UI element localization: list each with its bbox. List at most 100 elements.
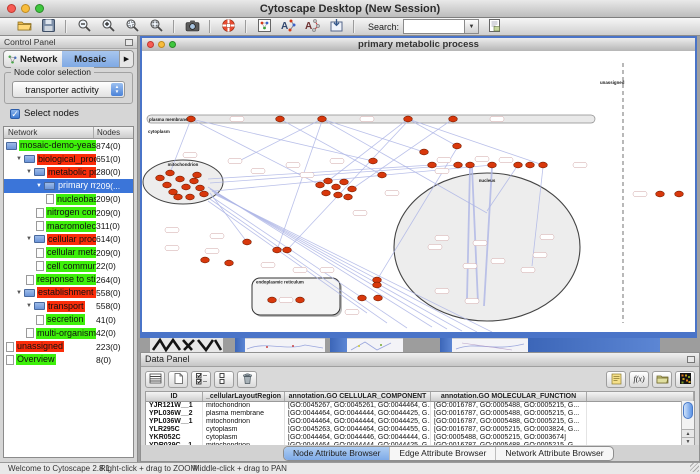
tree-row[interactable]: nucleobase-209(0)	[4, 193, 133, 206]
tree-row[interactable]: secretion41(0)	[4, 313, 133, 326]
expander-icon[interactable]: ▼	[26, 169, 34, 175]
zoom-fit-button[interactable]	[145, 18, 167, 35]
graph-node[interactable]	[378, 172, 387, 178]
delete-button[interactable]	[237, 371, 257, 388]
search-input[interactable]	[404, 20, 464, 33]
graph-node[interactable]	[358, 295, 367, 301]
tab-node-attribute-browser[interactable]: Node Attribute Browser	[284, 447, 389, 460]
tree-row[interactable]: ▼establishment of lo558(0)	[4, 286, 133, 299]
resize-grip[interactable]	[690, 463, 699, 472]
graph-node[interactable]	[332, 184, 341, 190]
graph-node[interactable]	[196, 185, 205, 191]
graph-node[interactable]	[514, 162, 523, 168]
column-header[interactable]: annotation.GO CELLULAR_COMPONENT	[285, 392, 431, 401]
tree-row[interactable]: Overview8(0)	[4, 353, 133, 366]
table-scrollbar[interactable]: ▲ ▼	[681, 401, 694, 447]
graph-node[interactable]	[322, 190, 331, 196]
save-button[interactable]	[37, 18, 59, 35]
background-window[interactable]	[245, 338, 325, 352]
graph-node[interactable]	[225, 260, 234, 266]
graph-node[interactable]	[428, 162, 437, 168]
tree-row[interactable]: cell communicat22(0)	[4, 260, 133, 273]
table-row[interactable]: YJR121W__1mitochondrion[GO:0045267, GO:0…	[146, 402, 694, 410]
notepad-button[interactable]	[606, 371, 626, 388]
tree-row[interactable]: macromolecule311(0)	[4, 219, 133, 232]
tree-row[interactable]: nitrogen compo209(0)	[4, 206, 133, 219]
help-button[interactable]	[217, 18, 239, 35]
table-button[interactable]	[145, 371, 165, 388]
background-window[interactable]	[440, 338, 452, 352]
graph-node[interactable]	[276, 116, 285, 122]
node-attribute-button[interactable]: A	[277, 18, 299, 35]
graph-node[interactable]	[174, 194, 183, 200]
graph-node[interactable]	[201, 257, 210, 263]
graph-node[interactable]	[166, 170, 175, 176]
open-folder-button[interactable]	[652, 371, 672, 388]
select-all-button[interactable]	[191, 371, 211, 388]
graph-node[interactable]	[373, 282, 382, 288]
column-header[interactable]: annotation.GO MOLECULAR_FUNCTION	[431, 392, 587, 401]
background-window[interactable]	[452, 338, 528, 352]
graph-node[interactable]	[348, 186, 357, 192]
graph-node[interactable]	[453, 143, 462, 149]
background-window[interactable]	[150, 338, 223, 352]
zoom-out-button[interactable]	[73, 18, 95, 35]
graph-node[interactable]	[163, 182, 172, 188]
graph-node[interactable]	[200, 191, 209, 197]
tree-row[interactable]: unassigned223(0)	[4, 340, 133, 353]
open-file-button[interactable]	[13, 18, 35, 35]
graph-node[interactable]	[273, 247, 282, 253]
expander-icon[interactable]: ▼	[26, 303, 34, 309]
tree-row[interactable]: response to stimulu264(0)	[4, 273, 133, 286]
tree-row[interactable]: ▼cellular process614(0)	[4, 233, 133, 246]
column-header[interactable]: _cellularLayoutRegion	[203, 392, 285, 401]
zoom-in-button[interactable]	[97, 18, 119, 35]
graph-node[interactable]	[344, 194, 353, 200]
graph-node[interactable]	[675, 191, 684, 197]
graph-node[interactable]	[340, 179, 349, 185]
graph-node[interactable]	[283, 247, 292, 253]
network-canvas[interactable]: plasma membranecytoplasmmitochondrionnuc…	[142, 51, 695, 332]
graph-node[interactable]	[182, 184, 191, 190]
graph-node[interactable]	[449, 116, 458, 122]
scrollbar-thumb[interactable]	[683, 402, 693, 419]
graph-node[interactable]	[186, 194, 195, 200]
graph-node[interactable]	[296, 297, 305, 303]
matrix-button[interactable]	[675, 371, 695, 388]
tab-network[interactable]: Network	[4, 51, 62, 67]
tab-edge-attribute-browser[interactable]: Edge Attribute Browser	[389, 447, 495, 460]
search-combobox[interactable]: ▼	[403, 19, 479, 34]
chevron-down-icon[interactable]: ▼	[464, 20, 478, 33]
graph-node[interactable]	[539, 162, 548, 168]
background-window[interactable]	[528, 338, 660, 352]
graph-node[interactable]	[316, 182, 325, 188]
background-window[interactable]	[330, 338, 347, 352]
table-row[interactable]: YLR295Ccytoplasm[GO:0045263, GO:0044464,…	[146, 426, 694, 434]
column-header[interactable]: ID	[146, 392, 203, 401]
tree-row[interactable]: ▼biological_process651(0)	[4, 152, 133, 165]
graph-node[interactable]	[156, 175, 165, 181]
graph-node[interactable]	[243, 239, 252, 245]
function-button[interactable]: f(x)	[629, 371, 649, 388]
graph-node[interactable]	[193, 172, 202, 178]
tree-row[interactable]: mosaic-demo-yeast874(0)	[4, 139, 133, 152]
background-window[interactable]	[347, 338, 403, 352]
graph-node[interactable]	[420, 149, 429, 155]
unselect-all-button[interactable]	[214, 371, 234, 388]
expander-icon[interactable]: ▼	[16, 290, 24, 296]
table-row[interactable]: YKR052Ccytoplasm[GO:0044464, GO:0044446,…	[146, 434, 694, 442]
tab-network-attribute-browser[interactable]: Network Attribute Browser	[495, 447, 612, 460]
graph-node[interactable]	[324, 178, 333, 184]
select-nodes-checkbox[interactable]: ✓	[10, 109, 20, 119]
more-tabs-arrow-icon[interactable]: ▶	[119, 51, 133, 67]
index-button[interactable]	[483, 18, 505, 35]
snapshot-button[interactable]	[181, 18, 203, 35]
background-window[interactable]	[235, 338, 245, 352]
zoom-selected-button[interactable]	[121, 18, 143, 35]
tree-row[interactable]: ▼transport558(0)	[4, 300, 133, 313]
expander-icon[interactable]: ▼	[36, 183, 44, 189]
new-document-button[interactable]	[168, 371, 188, 388]
expander-icon[interactable]: ▼	[26, 236, 34, 242]
import-button[interactable]	[325, 18, 347, 35]
tree-row[interactable]: ▼metabolic process280(0)	[4, 166, 133, 179]
